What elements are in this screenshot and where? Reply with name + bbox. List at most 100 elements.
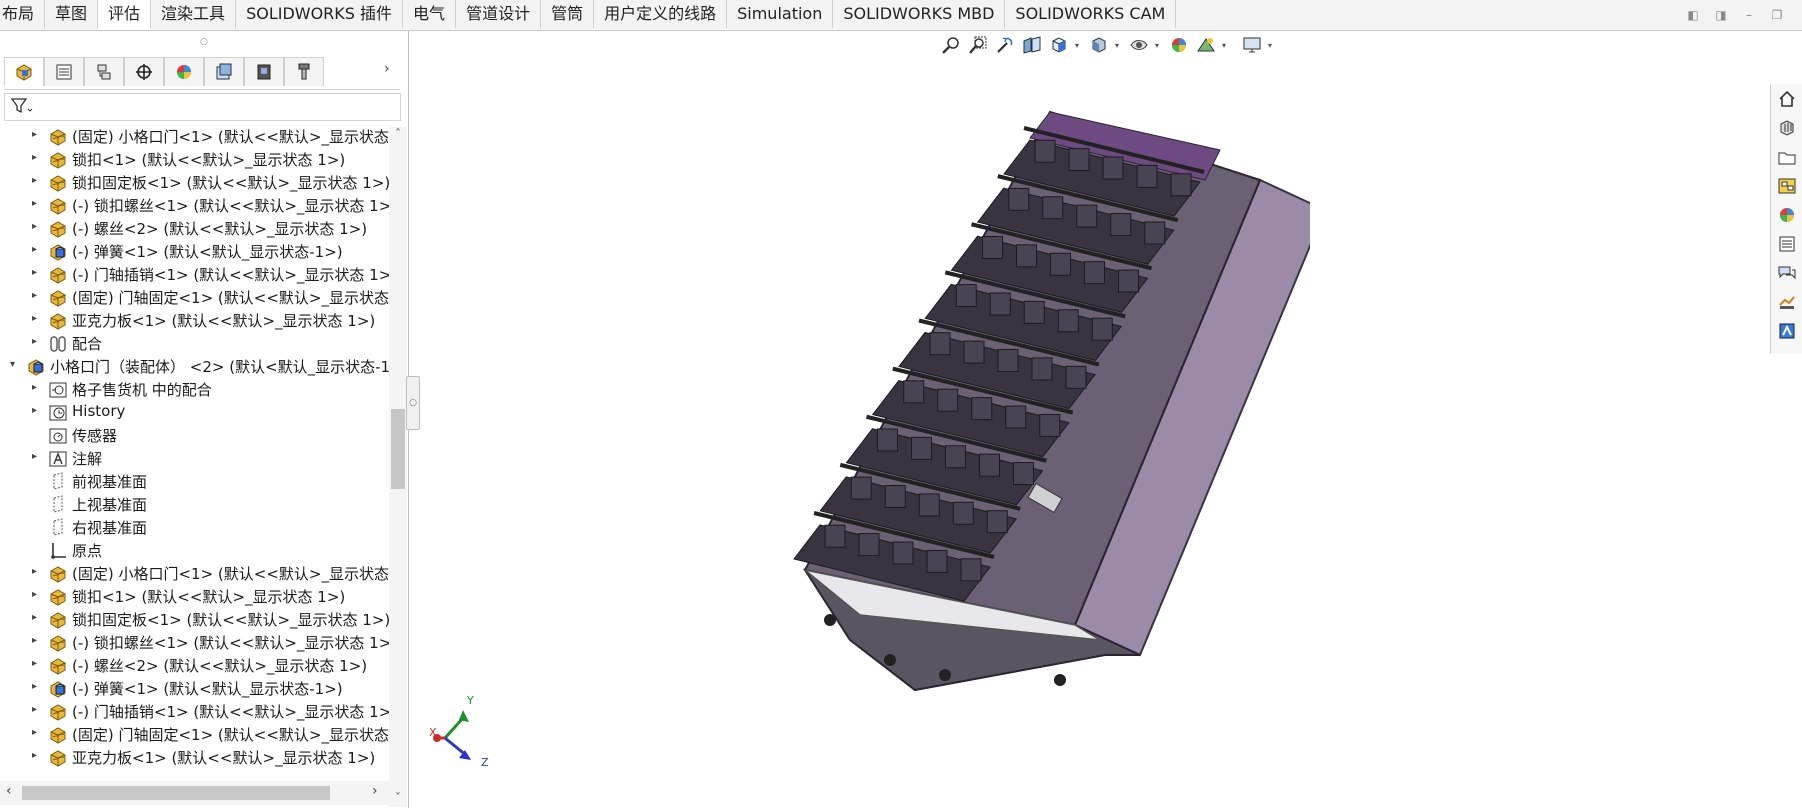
- tab-3[interactable]: 渲染工具: [151, 0, 237, 28]
- expand-arrow-icon[interactable]: ▸: [32, 566, 42, 577]
- file-explorer-icon[interactable]: [1776, 146, 1798, 168]
- zoom-to-fit-icon[interactable]: [940, 34, 962, 56]
- forum-icon[interactable]: [1776, 262, 1798, 284]
- tree-item[interactable]: 上视基准面: [0, 493, 390, 517]
- tree-item[interactable]: ▸ (-) 弹簧<1> (默认<默认_显示状态-1>): [0, 240, 390, 264]
- tree-item[interactable]: ▸ (-) 螺丝<2> (默认<<默认>_显示状态 1>): [0, 654, 390, 678]
- expand-arrow-icon[interactable]: ▸: [32, 152, 42, 163]
- panel-drag-handle[interactable]: ○: [200, 37, 208, 47]
- view-palette-icon[interactable]: [1776, 175, 1798, 197]
- tree-item[interactable]: ▸ (固定) 门轴固定<1> (默认<<默认>_显示状态 1: [0, 286, 390, 310]
- tree-item[interactable]: ▸ (固定) 小格口门<1> (默认<<默认>_显示状态 1: [0, 562, 390, 586]
- scroll-down-icon[interactable]: ˇ: [391, 791, 405, 805]
- cam-feature-icon[interactable]: [204, 57, 244, 86]
- zoom-to-area-icon[interactable]: [967, 34, 989, 56]
- display-manager-icon[interactable]: [164, 57, 204, 86]
- cam-icon[interactable]: [1776, 320, 1798, 342]
- tree-item[interactable]: ▸ (-) 门轴插销<1> (默认<<默认>_显示状态 1>): [0, 263, 390, 287]
- solidworks-resources-icon[interactable]: [1776, 291, 1798, 313]
- tree-filter[interactable]: [4, 93, 401, 121]
- expand-arrow-icon[interactable]: ▸: [32, 658, 42, 669]
- feature-manager-icon[interactable]: [4, 57, 44, 86]
- tab-7[interactable]: 管筒: [541, 0, 595, 28]
- property-manager-icon[interactable]: [44, 57, 84, 86]
- tab-6[interactable]: 管道设计: [456, 0, 542, 28]
- expand-arrow-icon[interactable]: ▸: [32, 175, 42, 186]
- tree-item[interactable]: 右视基准面: [0, 516, 390, 540]
- appearances-icon[interactable]: [1776, 204, 1798, 226]
- view-settings-dropdown-icon[interactable]: ▾: [1268, 41, 1276, 50]
- tree-vertical-scrollbar[interactable]: ˆ ˇ: [389, 127, 407, 807]
- expand-arrow-icon[interactable]: ▸: [32, 313, 42, 324]
- cam-operation-icon[interactable]: [244, 57, 284, 86]
- tree-item[interactable]: ▸ History: [0, 401, 390, 425]
- scroll-up-icon[interactable]: ˆ: [391, 127, 405, 141]
- panel-tabs-more-icon[interactable]: ›: [384, 61, 390, 77]
- panel-splitter-handle[interactable]: ○: [406, 376, 420, 430]
- view-orientation-dropdown-icon[interactable]: ▾: [1075, 41, 1083, 50]
- tab-1[interactable]: 草图: [45, 0, 99, 28]
- expand-arrow-icon[interactable]: ▸: [32, 221, 42, 232]
- dimxpert-icon[interactable]: [124, 57, 164, 86]
- tree-item[interactable]: ▸ 锁扣固定板<1> (默认<<默认>_显示状态 1>): [0, 608, 390, 632]
- vending-machine-model[interactable]: [730, 100, 1310, 760]
- restore-icon[interactable]: ❐: [1768, 6, 1786, 24]
- expand-arrow-icon[interactable]: ▸: [32, 267, 42, 278]
- tab-0[interactable]: 布局: [0, 0, 46, 28]
- tree-item[interactable]: ▸ (-) 锁扣螺丝<1> (默认<<默认>_显示状态 1>): [0, 194, 390, 218]
- tree-item[interactable]: ▸ (-) 螺丝<2> (默认<<默认>_显示状态 1>): [0, 217, 390, 241]
- tab-11[interactable]: SOLIDWORKS CAM: [1005, 0, 1177, 28]
- tree-item[interactable]: ▸ 锁扣<1> (默认<<默认>_显示状态 1>): [0, 585, 390, 609]
- expand-arrow-icon[interactable]: ▸: [32, 382, 42, 393]
- tree-item[interactable]: 原点: [0, 539, 390, 563]
- tree-horizontal-scrollbar[interactable]: ‹ ›: [0, 781, 389, 805]
- expand-arrow-icon[interactable]: ▸: [32, 451, 42, 462]
- custom-properties-icon[interactable]: [1776, 233, 1798, 255]
- section-view-icon[interactable]: [1021, 34, 1043, 56]
- view-settings-icon[interactable]: [1241, 34, 1263, 56]
- scroll-right-icon[interactable]: ›: [372, 783, 378, 799]
- expand-arrow-icon[interactable]: ▸: [32, 405, 42, 416]
- tree-item[interactable]: ▸ 亚克力板<1> (默认<<默认>_显示状态 1>): [0, 309, 390, 333]
- expand-arrow-icon[interactable]: ▸: [32, 727, 42, 738]
- tree-item[interactable]: ▸ 锁扣固定板<1> (默认<<默认>_显示状态 1>): [0, 171, 390, 195]
- tab-5[interactable]: 电气: [403, 0, 457, 28]
- expand-arrow-icon[interactable]: ▸: [32, 750, 42, 761]
- tree-item[interactable]: 传感器: [0, 424, 390, 448]
- hide-show-dropdown-icon[interactable]: ▾: [1155, 41, 1163, 50]
- expand-arrow-icon[interactable]: ▸: [32, 612, 42, 623]
- filter-icon[interactable]: [11, 97, 33, 115]
- expand-arrow-icon[interactable]: ▸: [32, 704, 42, 715]
- restore-right-icon[interactable]: ◨: [1712, 6, 1730, 24]
- tab-4[interactable]: SOLIDWORKS 插件: [236, 0, 404, 28]
- scroll-left-icon[interactable]: ‹: [6, 783, 12, 799]
- tree-item[interactable]: ▸ (固定) 门轴固定<1> (默认<<默认>_显示状态 1: [0, 723, 390, 747]
- tree-item[interactable]: ▸ (-) 门轴插销<1> (默认<<默认>_显示状态 1>): [0, 700, 390, 724]
- minimize-icon[interactable]: –: [1740, 6, 1758, 24]
- tree-item[interactable]: ▸ 锁扣<1> (默认<<默认>_显示状态 1>): [0, 148, 390, 172]
- horizontal-scroll-thumb[interactable]: [22, 786, 330, 800]
- tab-2[interactable]: 评估: [98, 0, 152, 30]
- expand-arrow-icon[interactable]: ▸: [32, 129, 42, 140]
- previous-view-icon[interactable]: [994, 34, 1016, 56]
- collapse-arrow-icon[interactable]: ▾: [10, 359, 20, 370]
- restore-left-icon[interactable]: ◧: [1684, 6, 1702, 24]
- tree-item[interactable]: ▸ (-) 弹簧<1> (默认<默认_显示状态-1>): [0, 677, 390, 701]
- edit-appearance-icon[interactable]: [1168, 34, 1190, 56]
- display-style-dropdown-icon[interactable]: ▾: [1115, 41, 1123, 50]
- expand-arrow-icon[interactable]: ▸: [32, 198, 42, 209]
- expand-arrow-icon[interactable]: ▸: [32, 336, 42, 347]
- tree-item[interactable]: ▾ 小格口门（装配体） <2> (默认<默认_显示状态-1>: [0, 355, 390, 379]
- home-icon[interactable]: [1776, 88, 1798, 110]
- scroll-thumb[interactable]: [391, 409, 405, 489]
- apply-scene-dropdown-icon[interactable]: ▾: [1222, 41, 1230, 50]
- tab-8[interactable]: 用户定义的线路: [594, 0, 728, 28]
- tree-item[interactable]: 前视基准面: [0, 470, 390, 494]
- tab-10[interactable]: SOLIDWORKS MBD: [833, 0, 1006, 28]
- display-style-icon[interactable]: [1088, 34, 1110, 56]
- design-library-icon[interactable]: [1776, 117, 1798, 139]
- expand-arrow-icon[interactable]: ▸: [32, 589, 42, 600]
- configuration-manager-icon[interactable]: [84, 57, 124, 86]
- cam-tool-icon[interactable]: [284, 57, 324, 86]
- tree-item[interactable]: ▸ (-) 锁扣螺丝<1> (默认<<默认>_显示状态 1>): [0, 631, 390, 655]
